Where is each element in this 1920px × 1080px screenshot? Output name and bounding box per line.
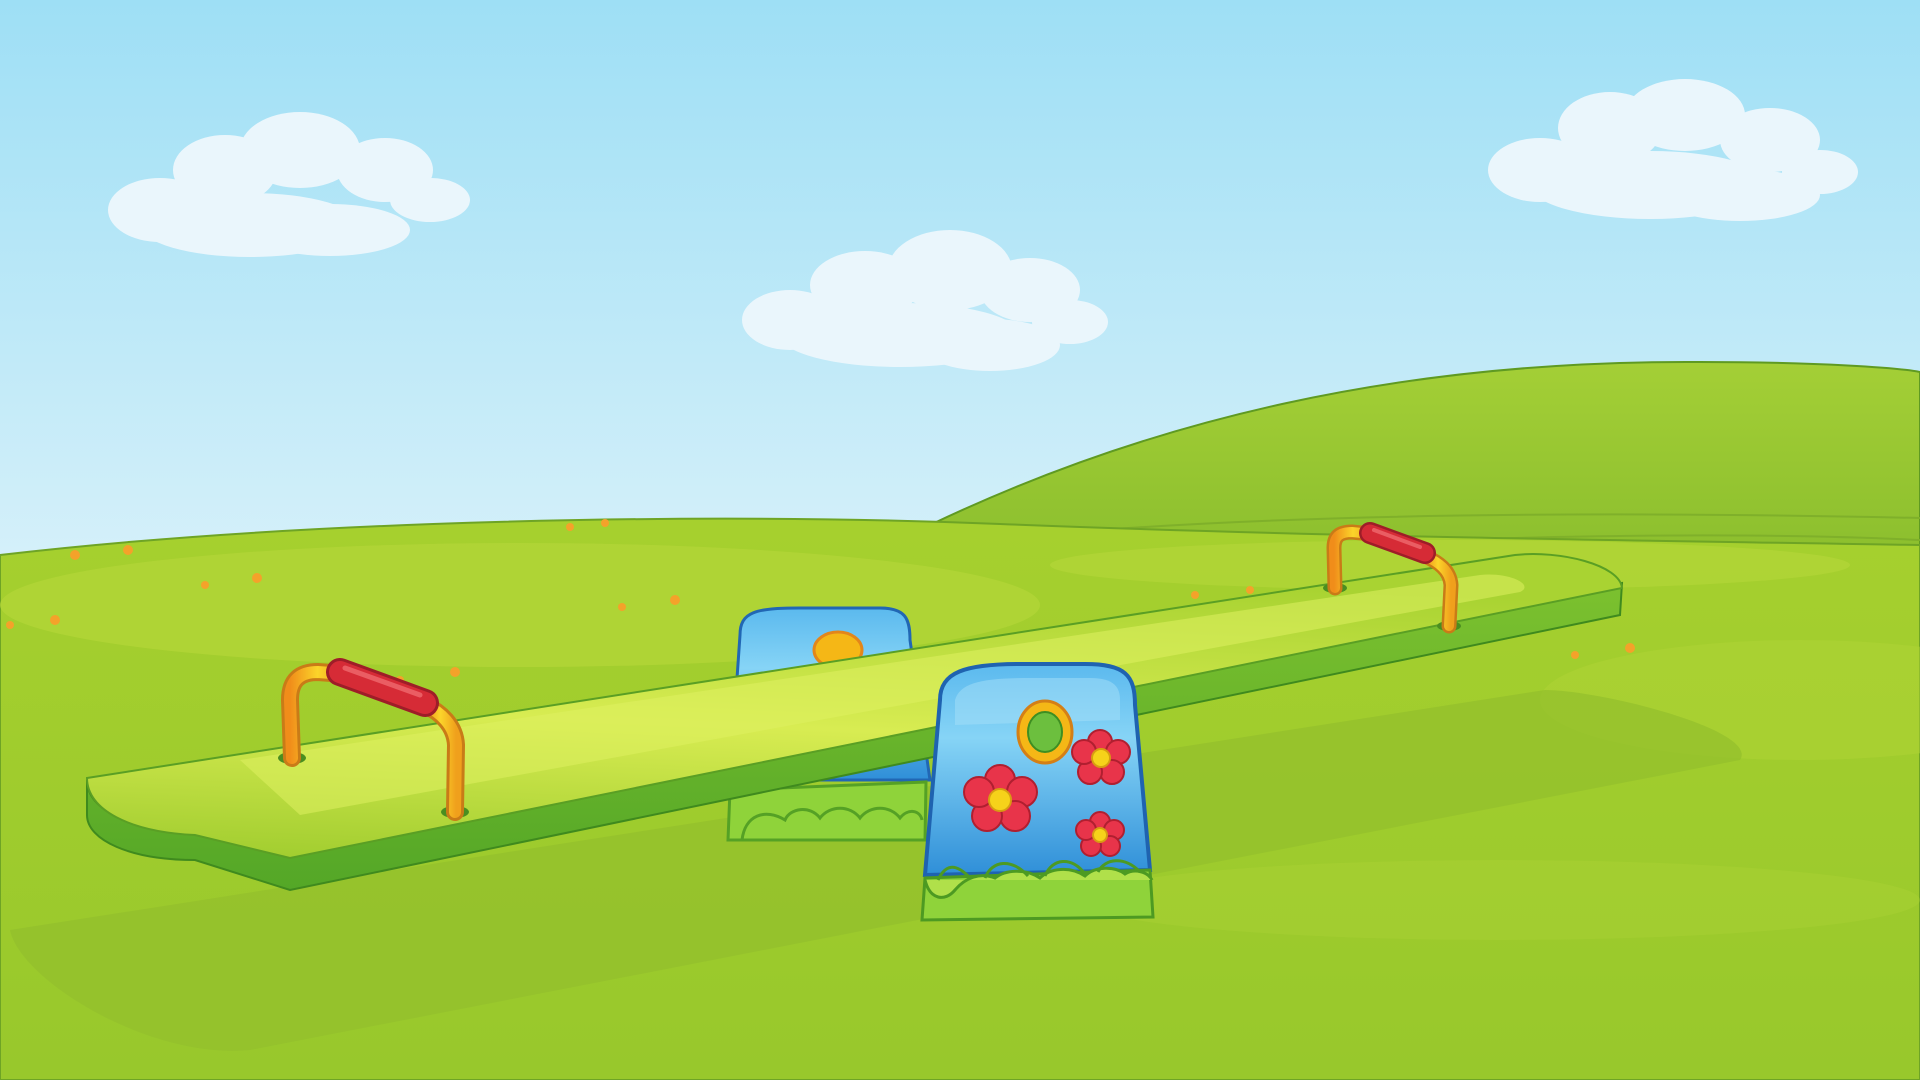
meadow-highlight bbox=[1080, 860, 1920, 940]
playground-scene bbox=[0, 0, 1920, 1080]
front-pivot-stand bbox=[920, 662, 1155, 922]
scene-illustration bbox=[0, 0, 1920, 1080]
